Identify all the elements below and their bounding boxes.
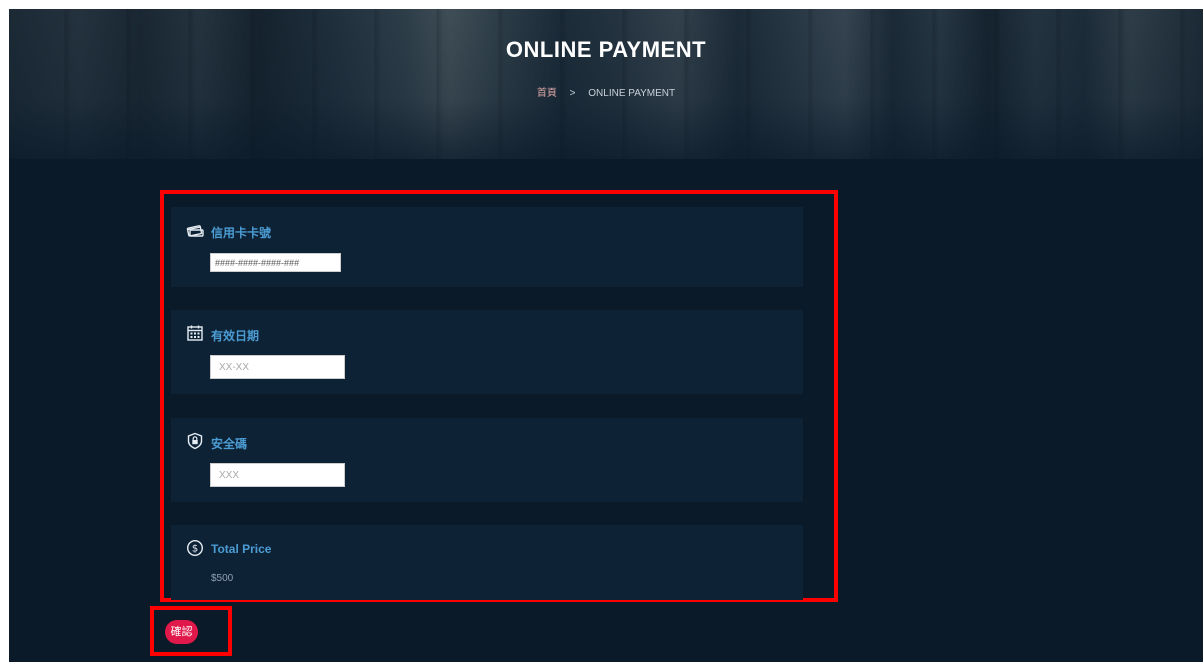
dollar-coin-icon: $: [186, 539, 204, 557]
svg-text:$: $: [192, 544, 198, 555]
card-number-input[interactable]: [210, 253, 341, 272]
security-code-section: 安全碼: [171, 418, 803, 502]
expiry-label: 有效日期: [211, 329, 260, 343]
confirm-button[interactable]: 確認: [165, 620, 198, 644]
card-number-section: 信用卡卡號: [171, 207, 803, 287]
expiry-section: 有效日期: [171, 310, 803, 394]
breadcrumb-separator: >: [569, 88, 576, 99]
breadcrumb: 首頁 > ONLINE PAYMENT: [9, 84, 1203, 99]
calendar-icon: [186, 324, 204, 342]
security-code-input[interactable]: [210, 463, 345, 487]
total-price-value: $500: [211, 573, 234, 584]
security-code-label: 安全碼: [211, 437, 248, 451]
credit-card-icon: [186, 221, 204, 239]
breadcrumb-current: ONLINE PAYMENT: [588, 88, 676, 99]
card-number-label: 信用卡卡號: [211, 226, 272, 240]
page-title: ONLINE PAYMENT: [505, 37, 707, 62]
shield-lock-icon: [186, 432, 204, 450]
expiry-input[interactable]: [210, 355, 345, 379]
total-price-section: $ Total Price $500: [171, 525, 803, 600]
total-price-label: Total Price: [211, 542, 272, 556]
breadcrumb-home-link[interactable]: 首頁: [537, 88, 557, 99]
